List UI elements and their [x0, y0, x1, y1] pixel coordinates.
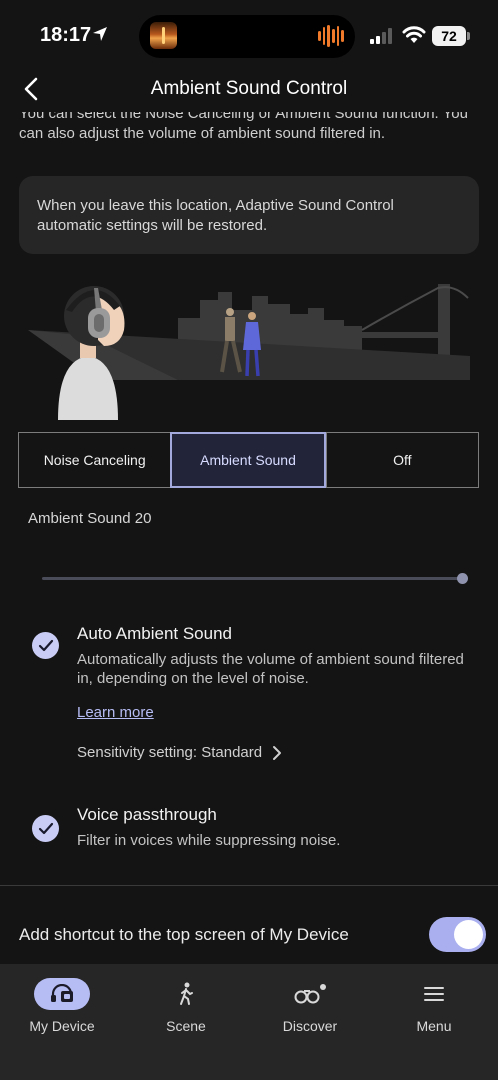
toggle-knob: [454, 920, 483, 949]
cellular-signal-icon: [370, 28, 392, 44]
audio-waveform-icon: [318, 24, 345, 48]
auto-ambient-description: Automatically adjusts the volume of ambi…: [77, 651, 464, 687]
checkmark-icon: [38, 639, 53, 651]
tab-my-device[interactable]: My Device: [7, 978, 117, 1034]
battery-indicator: 72: [432, 26, 466, 46]
tab-scene[interactable]: Scene: [131, 978, 241, 1034]
sensitivity-setting-row[interactable]: Sensitivity setting: Standard: [77, 744, 282, 761]
intro-text: You can select the Noise Canceling or Am…: [19, 112, 468, 142]
sensitivity-setting-label: Sensitivity setting: Standard: [77, 744, 263, 761]
auto-ambient-title: Auto Ambient Sound: [77, 624, 233, 643]
now-playing-app-icon: [150, 22, 177, 49]
ambient-level-slider-thumb[interactable]: [456, 573, 468, 584]
tab-discover[interactable]: Discover: [255, 978, 365, 1034]
headphones-device-icon: [34, 978, 90, 1010]
mode-noise-canceling[interactable]: Noise Canceling: [19, 433, 170, 487]
tab-menu[interactable]: Menu: [379, 978, 489, 1034]
voice-passthrough-description: Filter in voices while suppressing noise…: [77, 832, 341, 849]
voice-passthrough-checkbox[interactable]: [32, 815, 59, 842]
binoculars-icon: [255, 978, 365, 1010]
status-bar: 18:17 72: [0, 0, 498, 72]
notice-card: When you leave this location, Adaptive S…: [19, 176, 479, 254]
bottom-tab-bar: My Device Scene Discover Menu: [0, 964, 498, 1080]
hamburger-menu-icon: [379, 978, 489, 1010]
mode-selector: Noise Canceling Ambient Sound Off: [18, 432, 479, 488]
status-time: 18:17: [40, 24, 92, 46]
notice-text: When you leave this location, Adaptive S…: [37, 197, 394, 234]
chevron-right-icon: [273, 745, 282, 760]
shortcut-label: Add shortcut to the top screen of My Dev…: [19, 925, 349, 944]
mode-ambient-sound[interactable]: Ambient Sound: [170, 432, 326, 488]
checkmark-icon: [38, 822, 53, 834]
wifi-icon: [402, 26, 426, 43]
ambient-sound-illustration: [28, 284, 470, 420]
voice-passthrough-title: Voice passthrough: [77, 805, 217, 824]
tab-label-discover: Discover: [282, 1018, 338, 1034]
mode-off[interactable]: Off: [325, 433, 478, 487]
ambient-level-label: Ambient Sound 20: [28, 510, 152, 527]
page-title: Ambient Sound Control: [150, 78, 348, 99]
learn-more-link[interactable]: Learn more: [77, 704, 154, 721]
intro-clip: You can select the Noise Canceling or Am…: [0, 112, 498, 172]
ambient-level-slider[interactable]: [42, 577, 462, 580]
shortcut-toggle[interactable]: [429, 917, 486, 952]
section-divider: [0, 885, 498, 886]
walking-person-icon: [131, 978, 241, 1010]
location-arrow-icon: [93, 27, 107, 41]
tab-label-scene: Scene: [166, 1018, 206, 1034]
battery-tip: [467, 32, 470, 40]
auto-ambient-checkbox[interactable]: [32, 632, 59, 659]
tab-label-my-device: My Device: [29, 1018, 95, 1034]
tab-label-menu: Menu: [416, 1018, 452, 1034]
